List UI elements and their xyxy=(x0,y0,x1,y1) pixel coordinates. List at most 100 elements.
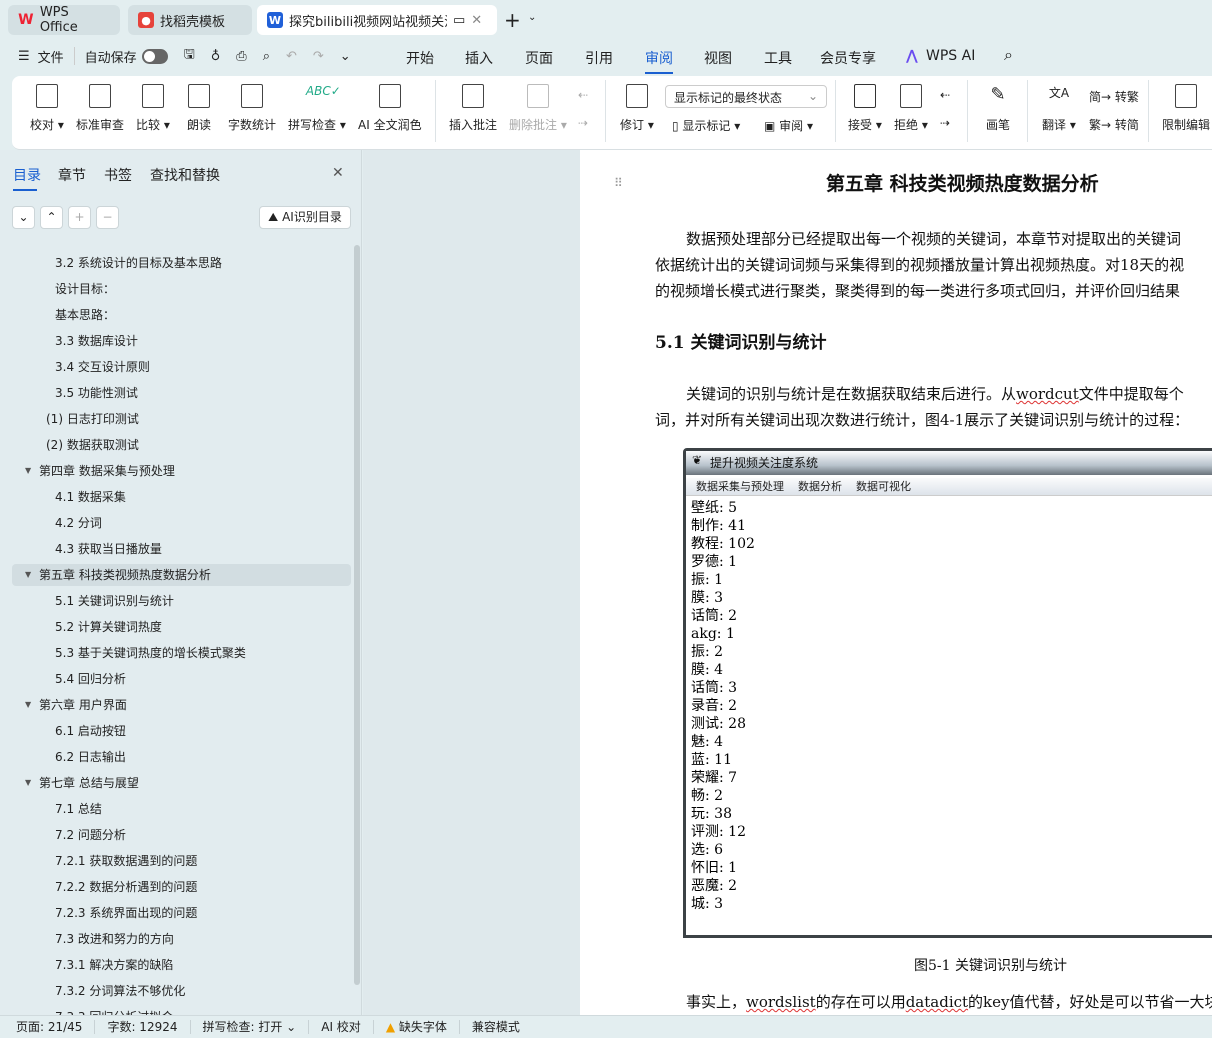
track-changes-button[interactable]: 修订 ▾ xyxy=(620,84,654,133)
tab-references[interactable]: 引用 xyxy=(585,48,613,68)
toc-item[interactable]: (1) 日志打印测试 xyxy=(46,408,139,430)
delete-comment-button[interactable]: 删除批注 ▾ xyxy=(509,84,567,133)
toc-item[interactable]: 基本思路： xyxy=(55,304,115,326)
next-comment-icon[interactable]: ⇢ xyxy=(578,116,588,130)
spell-check-status[interactable]: 拼写检查: 打开 ⌄ xyxy=(191,1020,310,1034)
compare-button[interactable]: 比较 ▾ xyxy=(136,84,170,133)
add-level-button[interactable]: + xyxy=(68,206,91,229)
toc-item[interactable]: 4.3 获取当日播放量 xyxy=(55,538,162,560)
tab-wps-office[interactable]: W WPS Office xyxy=(8,5,120,35)
tab-tools[interactable]: 工具 xyxy=(764,48,792,68)
page-indicator[interactable]: 页面: 21/45 xyxy=(0,1020,96,1034)
toc-item[interactable]: 7.2.2 数据分析遇到的问题 xyxy=(55,876,197,898)
toc-item[interactable]: 3.5 功能性测试 xyxy=(55,382,138,404)
standard-review-button[interactable]: 标准审查 xyxy=(76,84,124,133)
autosave-toggle[interactable] xyxy=(141,48,168,64)
ai-polish-button[interactable]: AI 全文润色 xyxy=(358,84,422,133)
word-count-button[interactable]: 字数统计 xyxy=(228,84,276,133)
tab-member[interactable]: 会员专享 xyxy=(820,48,876,68)
tab-page[interactable]: 页面 xyxy=(525,48,553,68)
toc-item[interactable]: ▼ 第五章 科技类视频热度数据分析 xyxy=(12,564,351,586)
search-icon[interactable]: ⌕ xyxy=(1004,45,1013,65)
toc-item[interactable]: 5.1 关键词识别与统计 xyxy=(55,590,174,612)
toc-item[interactable]: 3.3 数据库设计 xyxy=(55,330,138,352)
expand-triangle-icon[interactable]: ▼ xyxy=(25,772,31,794)
chevron-down-icon[interactable]: ⌄ xyxy=(528,12,536,23)
accept-button[interactable]: 接受 ▾ xyxy=(848,84,882,133)
tab-review[interactable]: 审阅 xyxy=(645,48,673,74)
wps-ai-button[interactable]: WPS AI xyxy=(926,48,975,64)
redo-icon[interactable]: ↷ xyxy=(305,49,332,64)
tab-home[interactable]: 开始 xyxy=(406,48,434,68)
toc-item[interactable]: 5.2 计算关键词热度 xyxy=(55,616,162,638)
expand-triangle-icon[interactable]: ▼ xyxy=(25,694,31,716)
save-icon[interactable]: 🖫 xyxy=(176,45,203,67)
drag-handle-icon[interactable]: ⠿ xyxy=(614,176,623,190)
toc-item[interactable]: ▼ 第六章 用户界面 xyxy=(25,694,127,716)
review-pane-button[interactable]: ▣ 审阅 ▾ xyxy=(764,117,813,134)
toc-item[interactable]: 7.2 问题分析 xyxy=(55,824,126,846)
expand-down-button[interactable]: ⌄ xyxy=(12,206,35,229)
tab-view[interactable]: 视图 xyxy=(704,48,732,68)
expand-triangle-icon[interactable]: ▼ xyxy=(25,460,31,482)
toc-item[interactable]: 7.2.1 获取数据遇到的问题 xyxy=(55,850,197,872)
new-tab-icon[interactable]: + xyxy=(504,8,521,32)
menu-icon[interactable]: ☰ xyxy=(10,49,38,64)
remove-level-button[interactable]: − xyxy=(96,206,119,229)
share-icon[interactable]: ♁ xyxy=(203,49,229,64)
scrollbar[interactable] xyxy=(354,245,360,985)
monitor-icon[interactable]: ▭ xyxy=(453,13,465,28)
spell-check-button[interactable]: ABC✓ 拼写检查 ▾ xyxy=(288,84,346,133)
to-simplified-button[interactable]: 繁→ 转简 xyxy=(1089,116,1139,133)
reject-button[interactable]: 拒绝 ▾ xyxy=(894,84,928,133)
print-preview-icon[interactable]: ⌕ xyxy=(255,49,278,64)
nav-tab-bookmarks[interactable]: 书签 xyxy=(104,165,132,185)
nav-tab-toc[interactable]: 目录 xyxy=(13,165,41,191)
prev-comment-icon[interactable]: ⇠ xyxy=(578,88,588,102)
translate-button[interactable]: 文A 翻译 ▾ xyxy=(1042,84,1076,133)
ai-toc-button[interactable]: ⛰ AI识别目录 xyxy=(259,206,351,229)
toc-item[interactable]: 7.3.1 解决方案的缺陷 xyxy=(55,954,173,976)
toc-item[interactable]: ▼ 第四章 数据采集与预处理 xyxy=(25,460,175,482)
toc-item[interactable]: 7.1 总结 xyxy=(55,798,102,820)
toc-item[interactable]: 3.2 系统设计的目标及基本思路 xyxy=(55,252,222,274)
tab-insert[interactable]: 插入 xyxy=(465,48,493,68)
nav-tab-chapters[interactable]: 章节 xyxy=(58,165,86,185)
close-pane-icon[interactable]: ✕ xyxy=(332,165,344,181)
tab-docer[interactable]: ● 找稻壳模板 xyxy=(128,5,252,35)
toc-item[interactable]: 5.4 回归分析 xyxy=(55,668,126,690)
toc-item[interactable]: (2) 数据获取测试 xyxy=(46,434,139,456)
expand-triangle-icon[interactable]: ▼ xyxy=(25,564,31,586)
pen-button[interactable]: ✎ 画笔 xyxy=(986,84,1010,133)
prev-change-icon[interactable]: ⇠ xyxy=(940,88,950,102)
toc-item[interactable]: 7.3.2 分词算法不够优化 xyxy=(55,980,185,1002)
toc-item[interactable]: 7.2.3 系统界面出现的问题 xyxy=(55,902,197,924)
collapse-up-button[interactable]: ⌃ xyxy=(40,206,63,229)
ai-check-button[interactable]: AI 校对 xyxy=(309,1020,374,1034)
markup-state-select[interactable]: 显示标记的最终状态 ⌄ xyxy=(665,85,827,108)
proofread-button[interactable]: 校对 ▾ xyxy=(30,84,64,133)
toc-item[interactable]: 7.3 改进和努力的方向 xyxy=(55,928,174,950)
undo-icon[interactable]: ↶ xyxy=(278,49,305,64)
more-chevron-icon[interactable]: ⌄ xyxy=(332,49,359,64)
file-menu[interactable]: 文件 xyxy=(38,47,64,66)
toc-item[interactable]: 3.4 交互设计原则 xyxy=(55,356,150,378)
close-tab-icon[interactable]: ✕ xyxy=(471,13,482,28)
nav-tab-find-replace[interactable]: 查找和替换 xyxy=(150,165,220,185)
read-aloud-button[interactable]: 朗读 xyxy=(187,84,211,133)
toc-item[interactable]: 4.1 数据采集 xyxy=(55,486,126,508)
show-markup-button[interactable]: ▯ 显示标记 ▾ xyxy=(672,117,740,134)
toc-item[interactable]: 7.3.3 回归分析过拟合 xyxy=(55,1006,173,1015)
toc-item[interactable]: 6.2 日志输出 xyxy=(55,746,126,768)
next-change-icon[interactable]: ⇢ xyxy=(940,116,950,130)
toc-item[interactable]: 设计目标： xyxy=(55,278,115,300)
print-icon[interactable]: ⎙ xyxy=(228,49,254,64)
word-count[interactable]: 字数: 12924 xyxy=(95,1020,191,1034)
toc-item[interactable]: 5.3 基于关键词热度的增长模式聚类 xyxy=(55,642,246,664)
to-traditional-button[interactable]: 简→ 转繁 xyxy=(1089,88,1139,105)
restrict-editing-button[interactable]: 限制编辑 xyxy=(1162,84,1210,133)
tab-document[interactable]: W 探究bilibili视频网站视频关注 ▭ ✕ xyxy=(257,5,497,35)
toc-item[interactable]: 4.2 分词 xyxy=(55,512,102,534)
toc-item[interactable]: ▼ 第七章 总结与展望 xyxy=(25,772,139,794)
missing-font-button[interactable]: ▲ 缺失字体 xyxy=(374,1020,460,1034)
